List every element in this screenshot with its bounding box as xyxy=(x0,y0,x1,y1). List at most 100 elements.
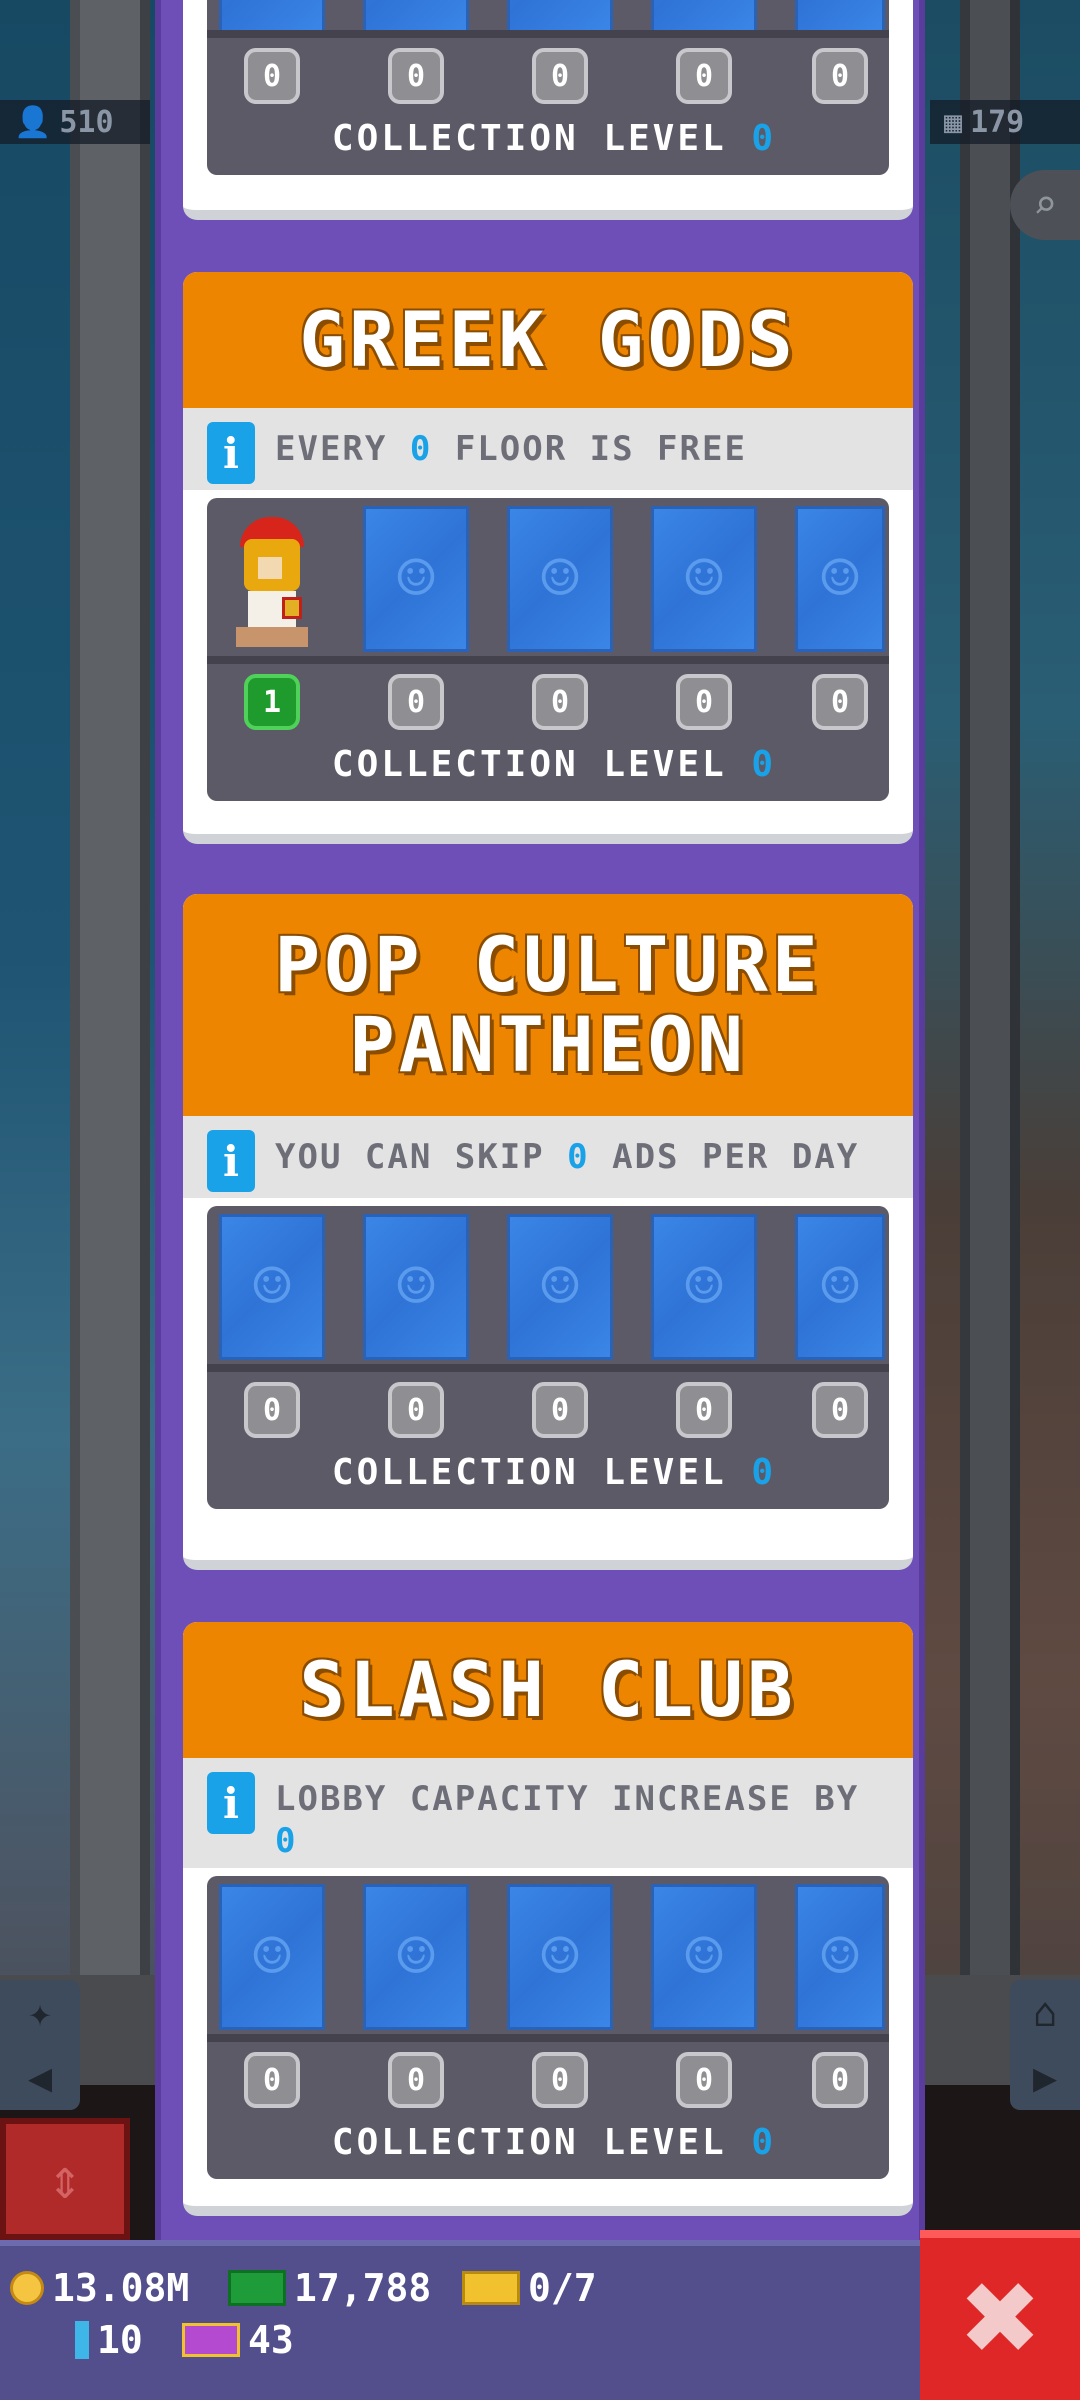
locked-slot[interactable]: ☺ xyxy=(507,506,613,652)
nav-right-button[interactable]: ⌂ ▶ xyxy=(1010,1980,1080,2110)
collection-level-value: 0 xyxy=(751,744,777,785)
vip-resource[interactable]: 43 xyxy=(182,2318,294,2362)
locked-character-icon: ☺ xyxy=(252,1250,292,1324)
close-button[interactable]: ✖ xyxy=(920,2230,1080,2400)
locked-slot[interactable]: ☺ xyxy=(363,0,469,30)
collection-level: COLLECTION LEVEL 0 xyxy=(219,744,889,785)
collection-card-greek-gods: GREEK GODS i EVERY 0 FLOOR IS FREE ☺ ☺ ☺ xyxy=(183,272,913,844)
person-icon: ✦ xyxy=(27,1989,53,2036)
count-badge: 0 xyxy=(388,674,444,730)
count-badge: 0 xyxy=(388,1382,444,1438)
collection-items-box: ☺ ☺ ☺ ☺ ☺ 0 0 0 0 0 COLLECTION LEVEL 0 xyxy=(207,0,889,175)
nav-left-button[interactable]: ✦ ◀ xyxy=(0,1980,80,2110)
floors-counter: ▦ 179 xyxy=(930,100,1080,144)
chevron-left-icon: ◀ xyxy=(27,2054,53,2101)
locked-character-icon: ☺ xyxy=(684,1250,724,1324)
collection-level: COLLECTION LEVEL 0 xyxy=(219,118,889,159)
population-counter: 👤 510 xyxy=(0,100,150,144)
collection-level-label: COLLECTION LEVEL xyxy=(331,118,727,159)
bux-resource[interactable]: 17,788 xyxy=(228,2266,431,2310)
spartan-character-sprite xyxy=(222,509,322,649)
person-icon: 👤 xyxy=(14,104,52,140)
count-badges-row: 0 0 0 0 0 xyxy=(219,1382,889,1438)
collection-card-slash-club: SLASH CLUB i LOBBY CAPACITY INCREASE BY … xyxy=(183,1622,913,2216)
count-badge: 0 xyxy=(244,48,300,104)
count-badge: 0 xyxy=(812,2052,868,2108)
home-icon: ⌂ xyxy=(1032,1989,1058,2036)
golden-ticket-icon xyxy=(462,2271,520,2305)
info-icon[interactable]: i xyxy=(207,422,255,484)
count-badge: 0 xyxy=(244,1382,300,1438)
resource-bar: 13.08M 17,788 0/7 10 43 xyxy=(0,2240,920,2400)
locked-slot[interactable]: ☺ xyxy=(363,1884,469,2030)
locked-character-icon: ☺ xyxy=(540,1920,580,1994)
elevator-button[interactable]: ⇕ xyxy=(0,2118,130,2240)
character-slot-spartan[interactable] xyxy=(219,506,325,652)
locked-slot[interactable]: ☺ xyxy=(651,1884,757,2030)
search-icon: ⌕ xyxy=(1032,182,1058,228)
locked-slot[interactable]: ☺ xyxy=(795,1214,885,1360)
count-badges-row: 1 0 0 0 0 xyxy=(219,674,889,730)
locked-slot[interactable]: ☺ xyxy=(651,1214,757,1360)
locked-slot[interactable]: ☺ xyxy=(363,1214,469,1360)
coin-icon xyxy=(10,2271,44,2305)
shelf xyxy=(207,30,889,38)
locked-slot[interactable]: ☺ xyxy=(651,0,757,30)
collection-items-row: ☺ ☺ ☺ ☺ ☺ xyxy=(219,1214,889,1364)
collection-level: COLLECTION LEVEL 0 xyxy=(219,1452,889,1493)
collection-level-value: 0 xyxy=(751,2122,777,2163)
locked-slot[interactable]: ☺ xyxy=(363,506,469,652)
elevator-shaft-left xyxy=(70,0,150,1980)
locked-slot[interactable]: ☺ xyxy=(507,1884,613,2030)
keys-resource[interactable]: 10 xyxy=(75,2318,143,2362)
locked-character-icon: ☺ xyxy=(540,542,580,616)
locked-character-icon: ☺ xyxy=(540,1250,580,1324)
collection-level-value: 0 xyxy=(751,118,777,159)
perk-text: YOU CAN SKIP 0 ADS PER DAY xyxy=(275,1137,860,1177)
locked-slot[interactable]: ☺ xyxy=(795,506,885,652)
locked-slot[interactable]: ☺ xyxy=(219,1884,325,2030)
coins-resource[interactable]: 13.08M xyxy=(10,2266,189,2310)
collection-level-label: COLLECTION LEVEL xyxy=(331,1452,727,1493)
collection-perk: i LOBBY CAPACITY INCREASE BY 0 xyxy=(183,1758,913,1868)
count-badge: 0 xyxy=(532,674,588,730)
tickets-value: 0/7 xyxy=(528,2266,597,2310)
perk-text: LOBBY CAPACITY INCREASE BY 0 xyxy=(275,1779,860,1861)
count-badge: 0 xyxy=(676,48,732,104)
locked-character-icon: ☺ xyxy=(684,542,724,616)
count-badge: 1 xyxy=(244,674,300,730)
collection-title: POP CULTURE PANTHEON xyxy=(183,894,913,1116)
count-badge: 0 xyxy=(676,1382,732,1438)
chevron-right-icon: ▶ xyxy=(1032,2054,1058,2101)
info-icon[interactable]: i xyxy=(207,1772,255,1834)
collection-items-row: ☺ ☺ ☺ ☺ xyxy=(219,506,889,656)
locked-slot[interactable]: ☺ xyxy=(795,1884,885,2030)
count-badge: 0 xyxy=(812,674,868,730)
locked-slot[interactable]: ☺ xyxy=(507,1214,613,1360)
info-icon[interactable]: i xyxy=(207,1130,255,1192)
collections-panel[interactable]: ☺ ☺ ☺ ☺ ☺ 0 0 0 0 0 COLLECTION LEVEL 0 G… xyxy=(155,0,925,2240)
collection-card-previous: ☺ ☺ ☺ ☺ ☺ 0 0 0 0 0 COLLECTION LEVEL 0 xyxy=(183,0,913,220)
tickets-resource[interactable]: 0/7 xyxy=(462,2266,597,2310)
locked-slot[interactable]: ☺ xyxy=(507,0,613,30)
perk-value: 0 xyxy=(275,1821,298,1861)
locked-character-icon: ☺ xyxy=(820,542,860,616)
count-badge: 0 xyxy=(812,1382,868,1438)
population-value: 510 xyxy=(59,104,114,140)
vip-value: 43 xyxy=(248,2318,294,2362)
collection-perk: i YOU CAN SKIP 0 ADS PER DAY xyxy=(183,1116,913,1198)
locked-slot[interactable]: ☺ xyxy=(651,506,757,652)
count-badges-row: 0 0 0 0 0 xyxy=(219,2052,889,2108)
locked-slot[interactable]: ☺ xyxy=(219,0,325,30)
up-down-arrows-icon: ⇕ xyxy=(48,2146,82,2212)
collection-items-box: ☺ ☺ ☺ ☺ 1 0 0 0 0 COLLECTION LEVEL 0 xyxy=(207,498,889,801)
count-badge: 0 xyxy=(532,1382,588,1438)
count-badge: 0 xyxy=(676,2052,732,2108)
count-badge: 0 xyxy=(676,674,732,730)
count-badge: 0 xyxy=(532,48,588,104)
locked-slot[interactable]: ☺ xyxy=(795,0,885,30)
search-button[interactable]: ⌕ xyxy=(1010,170,1080,240)
locked-slot[interactable]: ☺ xyxy=(219,1214,325,1360)
key-icon xyxy=(75,2321,89,2359)
collection-level-label: COLLECTION LEVEL xyxy=(331,744,727,785)
